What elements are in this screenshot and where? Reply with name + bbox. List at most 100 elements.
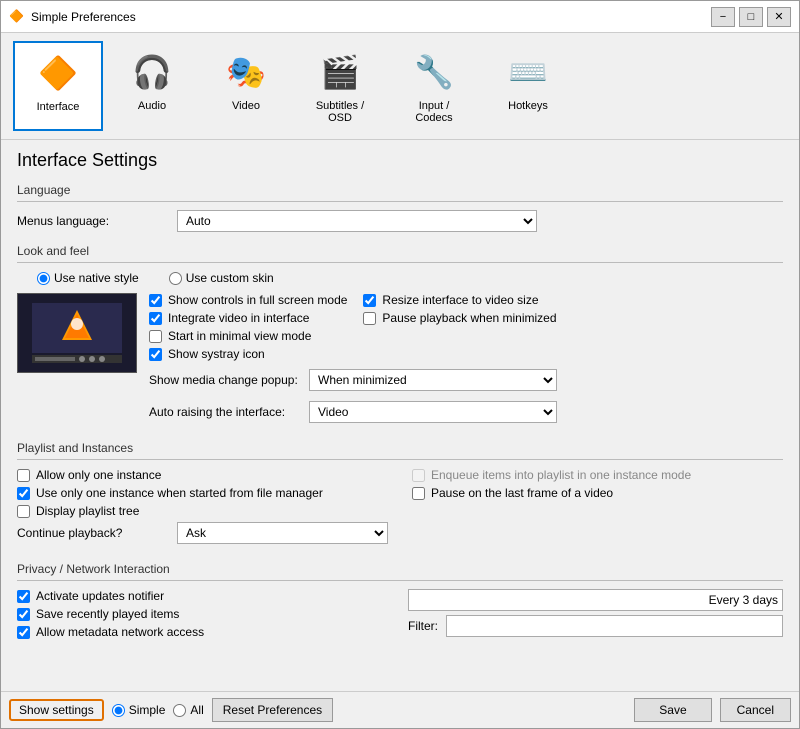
- radio-custom[interactable]: Use custom skin: [169, 271, 274, 285]
- media-change-row: Show media change popup: When minimized …: [149, 369, 557, 391]
- privacy-content: Activate updates notifier Save recently …: [17, 589, 783, 639]
- checkbox-pause-input[interactable]: [363, 312, 376, 325]
- page-title: Interface Settings: [1, 140, 799, 177]
- checkbox-one-instance-input[interactable]: [17, 469, 30, 482]
- checkbox-fullscreen[interactable]: Show controls in full screen mode: [149, 293, 347, 307]
- main-window: 🔶 Simple Preferences − □ ✕ 🔶 Interface 🎧…: [0, 0, 800, 729]
- nav-subtitles-label: Subtitles / OSD: [306, 100, 374, 124]
- menus-language-row: Menus language: Auto English French Germ…: [17, 210, 783, 232]
- checkbox-minimal[interactable]: Start in minimal view mode: [149, 329, 347, 343]
- radio-simple-input[interactable]: [112, 704, 125, 717]
- auto-raise-label: Auto raising the interface:: [149, 405, 309, 419]
- checkbox-file-manager-input[interactable]: [17, 487, 30, 500]
- continue-label: Continue playback?: [17, 526, 177, 540]
- checkbox-updates[interactable]: Activate updates notifier: [17, 589, 392, 603]
- nav-subtitles[interactable]: 🎬 Subtitles / OSD: [295, 41, 385, 131]
- nav-input[interactable]: 🔧 Input / Codecs: [389, 41, 479, 131]
- checkbox-minimal-input[interactable]: [149, 330, 162, 343]
- checkbox-resize[interactable]: Resize interface to video size: [363, 293, 556, 307]
- nav-hotkeys[interactable]: ⌨️ Hotkeys: [483, 41, 573, 131]
- bottom-bar: Show settings Simple All Reset Preferenc…: [1, 691, 799, 728]
- vlc-preview: [17, 293, 137, 373]
- preview-area: Show controls in full screen mode Integr…: [17, 293, 783, 429]
- checkbox-pause[interactable]: Pause playback when minimized: [363, 311, 556, 325]
- minimize-button[interactable]: −: [711, 7, 735, 27]
- look-feel-section: Look and feel Use native style Use custo…: [17, 244, 783, 429]
- media-change-label: Show media change popup:: [149, 373, 309, 387]
- checkbox-last-frame-input[interactable]: [412, 487, 425, 500]
- radio-native-input[interactable]: [37, 272, 50, 285]
- nav-hotkeys-label: Hotkeys: [508, 100, 548, 112]
- filter-row: Filter:: [408, 615, 783, 637]
- checkbox-one-instance[interactable]: Allow only one instance: [17, 468, 388, 482]
- checkbox-recently[interactable]: Save recently played items: [17, 607, 392, 621]
- auto-raise-row: Auto raising the interface: Video Always…: [149, 401, 557, 423]
- checkbox-display-tree-input[interactable]: [17, 505, 30, 518]
- privacy-section: Privacy / Network Interaction Activate u…: [17, 562, 783, 639]
- checkbox-systray-input[interactable]: [149, 348, 162, 361]
- checkbox-file-manager[interactable]: Use only one instance when started from …: [17, 486, 388, 500]
- audio-icon: 🎧: [128, 48, 176, 96]
- checkbox-resize-input[interactable]: [363, 294, 376, 307]
- save-button[interactable]: Save: [634, 698, 711, 722]
- checkbox-recently-label: Save recently played items: [36, 607, 179, 621]
- checkbox-display-tree[interactable]: Display playlist tree: [17, 504, 388, 518]
- checkbox-systray-label: Show systray icon: [168, 347, 265, 361]
- radio-all-input[interactable]: [173, 704, 186, 717]
- checkbox-last-frame[interactable]: Pause on the last frame of a video: [412, 486, 783, 500]
- radio-simple[interactable]: Simple: [112, 703, 166, 717]
- checkbox-fullscreen-input[interactable]: [149, 294, 162, 307]
- nav-video-label: Video: [232, 100, 260, 112]
- checkbox-col-right: Resize interface to video size Pause pla…: [363, 293, 556, 361]
- look-feel-header: Look and feel: [17, 244, 783, 258]
- checkbox-metadata-input[interactable]: [17, 626, 30, 639]
- scroll-area[interactable]: Language Menus language: Auto English Fr…: [1, 177, 799, 691]
- checkbox-systray[interactable]: Show systray icon: [149, 347, 347, 361]
- close-button[interactable]: ✕: [767, 7, 791, 27]
- continue-select[interactable]: Ask Always Never: [177, 522, 388, 544]
- checkbox-col-left: Show controls in full screen mode Integr…: [149, 293, 347, 361]
- playlist-section: Playlist and Instances Allow only one in…: [17, 441, 783, 550]
- checkbox-resize-label: Resize interface to video size: [382, 293, 538, 307]
- checkbox-integrate[interactable]: Integrate video in interface: [149, 311, 347, 325]
- filter-label: Filter:: [408, 619, 438, 633]
- checkbox-enqueue[interactable]: Enqueue items into playlist in one insta…: [412, 468, 783, 482]
- checkbox-metadata[interactable]: Allow metadata network access: [17, 625, 392, 639]
- title-bar: 🔶 Simple Preferences − □ ✕: [1, 1, 799, 33]
- checkbox-integrate-input[interactable]: [149, 312, 162, 325]
- look-feel-divider: [17, 262, 783, 263]
- app-icon: 🔶: [9, 9, 25, 25]
- window-title: Simple Preferences: [31, 10, 711, 24]
- checkbox-one-instance-label: Allow only one instance: [36, 468, 161, 482]
- checkbox-recently-input[interactable]: [17, 608, 30, 621]
- media-change-select[interactable]: When minimized Always Never: [309, 369, 557, 391]
- window-controls: − □ ✕: [711, 7, 791, 27]
- radio-native[interactable]: Use native style: [37, 271, 139, 285]
- auto-raise-select[interactable]: Video Always Never: [309, 401, 557, 423]
- menus-language-select[interactable]: Auto English French German: [177, 210, 537, 232]
- nav-bar: 🔶 Interface 🎧 Audio 🎭 Video 🎬 Subtitles …: [1, 33, 799, 140]
- filter-input[interactable]: [446, 615, 783, 637]
- playlist-header: Playlist and Instances: [17, 441, 783, 455]
- reset-button[interactable]: Reset Preferences: [212, 698, 333, 722]
- nav-video[interactable]: 🎭 Video: [201, 41, 291, 131]
- radio-custom-label: Use custom skin: [186, 271, 274, 285]
- update-input[interactable]: [408, 589, 783, 611]
- checkbox-last-frame-label: Pause on the last frame of a video: [431, 486, 613, 500]
- nav-interface[interactable]: 🔶 Interface: [13, 41, 103, 131]
- radio-all[interactable]: All: [173, 703, 203, 717]
- show-settings-button[interactable]: Show settings: [9, 699, 104, 721]
- checkbox-display-tree-label: Display playlist tree: [36, 504, 139, 518]
- checkbox-two-col: Show controls in full screen mode Integr…: [149, 293, 557, 361]
- maximize-button[interactable]: □: [739, 7, 763, 27]
- checkbox-enqueue-input[interactable]: [412, 469, 425, 482]
- cancel-button[interactable]: Cancel: [720, 698, 791, 722]
- radio-custom-input[interactable]: [169, 272, 182, 285]
- checkbox-updates-input[interactable]: [17, 590, 30, 603]
- video-icon: 🎭: [222, 48, 270, 96]
- playlist-col-left: Allow only one instance Use only one ins…: [17, 468, 388, 550]
- input-icon: 🔧: [410, 48, 458, 96]
- nav-input-label: Input / Codecs: [400, 100, 468, 124]
- nav-audio[interactable]: 🎧 Audio: [107, 41, 197, 131]
- playlist-row: Allow only one instance Use only one ins…: [17, 468, 783, 550]
